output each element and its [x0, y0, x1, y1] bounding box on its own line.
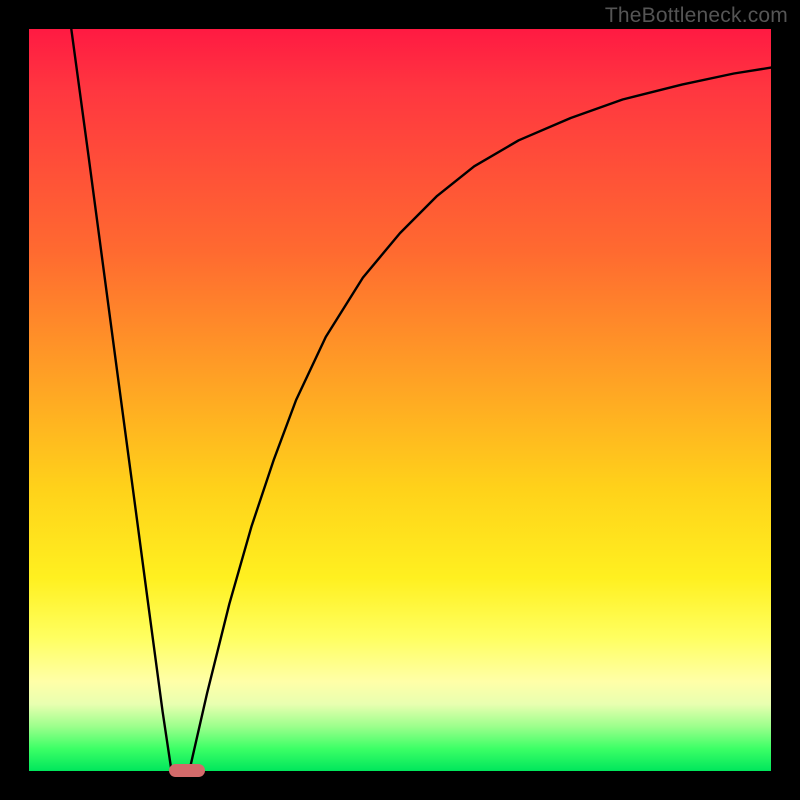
- watermark-text: TheBottleneck.com: [605, 4, 788, 28]
- plot-area: [29, 29, 771, 771]
- bottleneck-curve-right: [189, 68, 771, 771]
- optimal-marker: [169, 764, 205, 777]
- curve-layer: [29, 29, 771, 771]
- bottleneck-curve-left: [71, 29, 171, 771]
- chart-frame: TheBottleneck.com: [0, 0, 800, 800]
